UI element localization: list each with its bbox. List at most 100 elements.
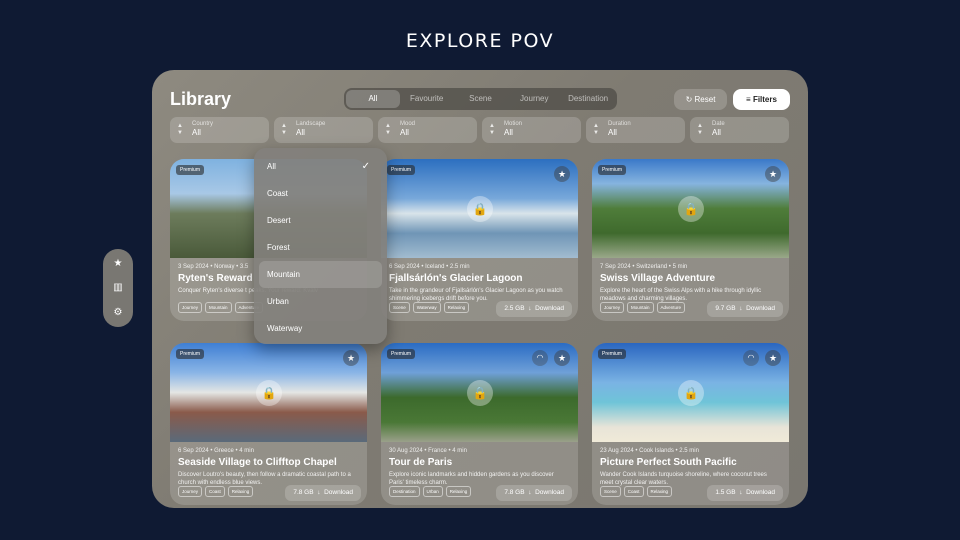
tag: Destination — [389, 486, 420, 497]
card-title: Fjallsárlón's Glacier Lagoon — [389, 273, 523, 284]
download-icon: ↓ — [526, 305, 534, 312]
tag: Scene — [389, 302, 410, 313]
premium-badge: Premium — [176, 165, 205, 175]
tag: Relaxing — [443, 302, 470, 313]
card-meta: 6 Sep 2024 • Greece • 4 min — [178, 448, 254, 454]
download-icon: ↓ — [315, 489, 323, 496]
star-icon[interactable]: ★ — [554, 166, 570, 182]
dropdown-option-mountain[interactable]: Mountain — [259, 261, 382, 288]
reset-label: Reset — [694, 95, 716, 104]
dropdown-option-waterway[interactable]: Waterway — [259, 315, 382, 342]
lock-icon: 🔒 — [467, 380, 493, 406]
card-title: Ryten's Reward — [178, 273, 253, 284]
tag: Scene — [600, 486, 621, 497]
filter-value: All — [608, 128, 617, 137]
card-title: Picture Perfect South Pacific — [600, 457, 737, 468]
dropdown-option-all[interactable]: All ✓ — [259, 153, 382, 180]
star-icon[interactable]: ★ — [111, 257, 125, 271]
filter-label: Mood — [400, 121, 416, 127]
segment-journey[interactable]: Journey — [507, 90, 561, 108]
dropdown-option-urban[interactable]: Urban — [259, 288, 382, 315]
star-icon[interactable]: ★ — [343, 350, 359, 366]
filter-icon: ≡ — [746, 95, 751, 104]
segment-destination[interactable]: Destination — [561, 90, 615, 108]
filter-label: Motion — [504, 121, 523, 127]
card-meta: 3 Sep 2024 • Norway • 3.5 — [178, 264, 249, 270]
tag: Relaxing — [445, 486, 472, 497]
filter-duration[interactable]: ▲ ▼ Duration All — [586, 117, 685, 143]
filter-bar: ▲ ▼ Country All ▲ ▼ Landscape All ▲ ▼ Mood … — [170, 117, 790, 143]
tag: Mountain — [205, 302, 232, 313]
filter-label: Country — [192, 121, 214, 127]
filter-value: All — [400, 128, 409, 137]
file-size: 7.8 GB — [293, 489, 314, 496]
premium-badge: Premium — [598, 349, 627, 359]
tag: Journey — [178, 302, 203, 313]
card-meta: 23 Aug 2024 • Cook Islands • 2.5 min — [600, 448, 699, 454]
segment-favourite[interactable]: Favourite — [400, 90, 454, 108]
star-icon[interactable]: ★ — [765, 350, 781, 366]
chevron-updown-icon: ▲ ▼ — [489, 123, 495, 136]
download-button[interactable]: 2.5 GB ↓ Download — [496, 301, 572, 317]
tag: Urban — [422, 486, 443, 497]
download-button[interactable]: 1.5 GB ↓ Download — [707, 485, 783, 501]
download-button[interactable]: 7.8 GB ↓ Download — [496, 485, 572, 501]
settings-icon[interactable]: ⚙ — [111, 306, 125, 320]
brand-logo: EXPLORE POV — [405, 30, 555, 52]
download-icon: ↓ — [737, 305, 745, 312]
card-tags: Journey Mountain Adventure — [600, 302, 686, 313]
tag: Waterway — [412, 302, 441, 313]
experience-card[interactable]: Premium ★ 🔒 6 Sep 2024 • Iceland • 2.5 m… — [381, 159, 578, 321]
card-meta: 7 Sep 2024 • Switzerland • 5 min — [600, 264, 688, 270]
filter-value: All — [504, 128, 513, 137]
lock-icon: 🔒 — [467, 196, 493, 222]
reset-button[interactable]: ↻ Reset — [674, 89, 727, 110]
file-size: 9.7 GB — [715, 305, 736, 312]
card-meta: 30 Aug 2024 • France • 4 min — [389, 448, 467, 454]
dropdown-option-desert[interactable]: Desert — [259, 207, 382, 234]
experience-card[interactable]: Premium ◠ ★ 🔒 23 Aug 2024 • Cook Islands… — [592, 343, 789, 505]
segment-scene[interactable]: Scene — [454, 90, 508, 108]
download-icon: ↓ — [737, 489, 745, 496]
premium-badge: Premium — [387, 165, 416, 175]
dropdown-option-forest[interactable]: Forest — [259, 234, 382, 261]
library-icon[interactable]: ▥ — [111, 281, 125, 295]
chevron-updown-icon: ▲ ▼ — [593, 123, 599, 136]
dropdown-option-coast[interactable]: Coast — [259, 180, 382, 207]
download-icon: ↓ — [526, 489, 534, 496]
filter-landscape[interactable]: ▲ ▼ Landscape All — [274, 117, 373, 143]
option-label: All — [267, 162, 276, 171]
checkmark-icon: ✓ — [361, 161, 370, 172]
card-title: Tour de Paris — [389, 457, 453, 468]
filter-value: All — [712, 128, 721, 137]
star-icon[interactable]: ★ — [765, 166, 781, 182]
filter-mood[interactable]: ▲ ▼ Mood All — [378, 117, 477, 143]
experience-card[interactable]: Premium ◠ ★ 🔒 30 Aug 2024 • France • 4 m… — [381, 343, 578, 505]
download-button[interactable]: 7.8 GB ↓ Download — [285, 485, 361, 501]
filters-button[interactable]: ≡ Filters — [733, 89, 790, 110]
filter-date[interactable]: ▲ ▼ Date All — [690, 117, 789, 143]
file-size: 1.5 GB — [715, 489, 736, 496]
premium-badge: Premium — [598, 165, 627, 175]
download-button[interactable]: 9.7 GB ↓ Download — [707, 301, 783, 317]
card-tags: Journey Mountain Adventure — [178, 302, 264, 313]
card-tags: Scene Waterway Relaxing — [389, 302, 470, 313]
segment-all[interactable]: All — [346, 90, 400, 108]
lock-icon: 🔒 — [678, 380, 704, 406]
card-tags: Scene Coast Relaxing — [600, 486, 673, 497]
premium-badge: Premium — [176, 349, 205, 359]
card-title: Seaside Village to Clifftop Chapel — [178, 457, 337, 468]
tag: Adventure — [656, 302, 686, 313]
experience-card[interactable]: Premium ★ 🔒 7 Sep 2024 • Switzerland • 5… — [592, 159, 789, 321]
card-tags: Journey Coast Relaxing — [178, 486, 254, 497]
filter-label: Date — [712, 121, 725, 127]
file-size: 2.5 GB — [504, 305, 525, 312]
star-icon[interactable]: ★ — [554, 350, 570, 366]
chevron-updown-icon: ▲ ▼ — [385, 123, 391, 136]
chevron-updown-icon: ▲ ▼ — [177, 123, 183, 136]
experience-card[interactable]: Premium ★ 🔒 6 Sep 2024 • Greece • 4 min … — [170, 343, 367, 505]
filter-motion[interactable]: ▲ ▼ Motion All — [482, 117, 581, 143]
landscape-dropdown-menu: All ✓ Coast Desert Forest Mountain Urban… — [254, 148, 387, 344]
filter-country[interactable]: ▲ ▼ Country All — [170, 117, 269, 143]
filters-label: Filters — [752, 95, 777, 104]
